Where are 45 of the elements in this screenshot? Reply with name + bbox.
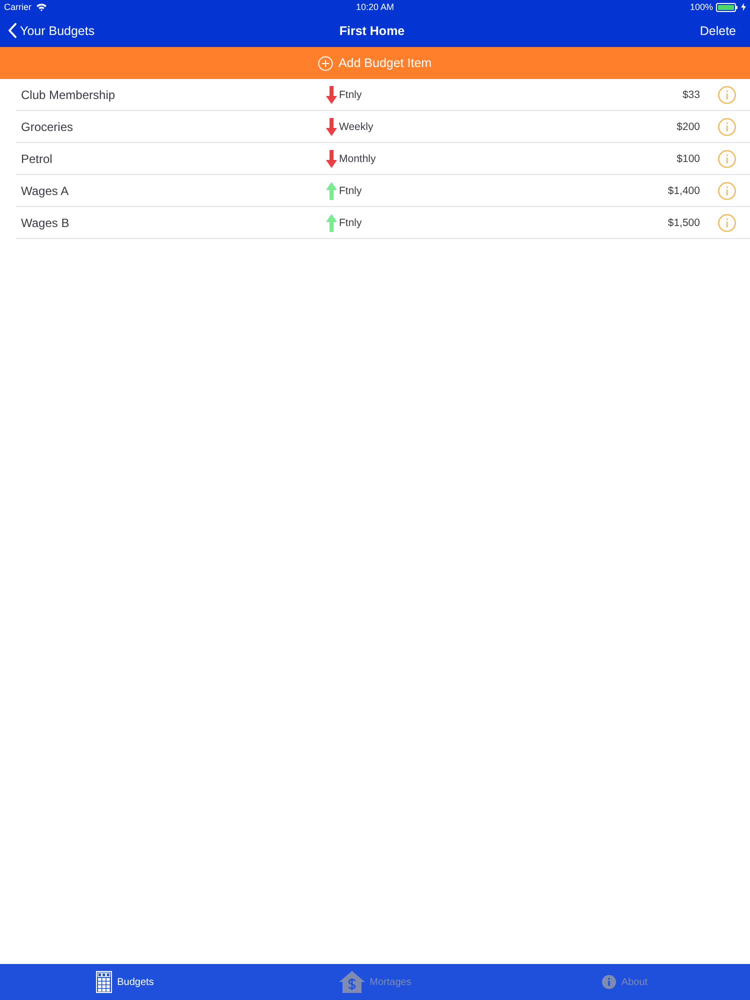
info-icon	[718, 118, 736, 136]
info-icon	[718, 182, 736, 200]
budget-item-row[interactable]: Groceries Weekly $200	[16, 111, 750, 143]
item-name: Wages B	[21, 216, 70, 230]
info-icon	[718, 214, 736, 232]
item-frequency: Monthly	[339, 152, 376, 164]
battery-icon	[716, 2, 738, 12]
plus-circle-icon	[318, 56, 334, 70]
info-button[interactable]	[718, 150, 736, 168]
item-amount: $200	[676, 120, 700, 132]
item-amount: $1,500	[668, 216, 700, 228]
item-name: Wages A	[21, 184, 69, 198]
page-title: First Home	[339, 24, 405, 38]
back-button[interactable]: Your Budgets	[8, 23, 95, 38]
info-button[interactable]	[718, 182, 736, 200]
wifi-icon	[36, 3, 47, 11]
back-chevron-icon	[8, 23, 17, 38]
info-button[interactable]	[718, 86, 736, 104]
item-amount: $33	[682, 88, 700, 100]
house-icon	[338, 971, 365, 993]
budget-item-row[interactable]: Petrol Monthly $100	[16, 143, 750, 175]
battery-percent: 100%	[690, 2, 713, 12]
item-name: Groceries	[21, 120, 74, 134]
budget-item-row[interactable]: Club Membership Ftnly $33	[16, 79, 750, 111]
delete-button[interactable]: Delete	[700, 24, 736, 38]
info-icon	[718, 86, 736, 104]
item-amount: $100	[676, 152, 700, 164]
charging-bolt-icon	[741, 3, 746, 11]
item-frequency: Ftnly	[339, 216, 362, 228]
info-icon	[718, 150, 736, 168]
info-button[interactable]	[718, 118, 736, 136]
tab-item[interactable]: Budgets	[96, 971, 154, 993]
info-icon	[602, 975, 616, 989]
grid-icon	[96, 971, 112, 993]
item-name: Club Membership	[21, 88, 116, 102]
budget-item-row[interactable]: Wages B Ftnly $1,500	[16, 207, 750, 239]
item-frequency: Ftnly	[339, 184, 362, 196]
carrier-label: Carrier	[4, 2, 32, 12]
item-frequency: Ftnly	[339, 88, 362, 100]
item-name: Petrol	[21, 152, 52, 166]
item-frequency: Weekly	[339, 120, 374, 132]
budget-item-row[interactable]: Wages A Ftnly $1,400	[16, 175, 750, 207]
item-amount: $1,400	[668, 184, 700, 196]
clock-time: 10:20 AM	[356, 2, 394, 12]
info-button[interactable]	[718, 214, 736, 232]
